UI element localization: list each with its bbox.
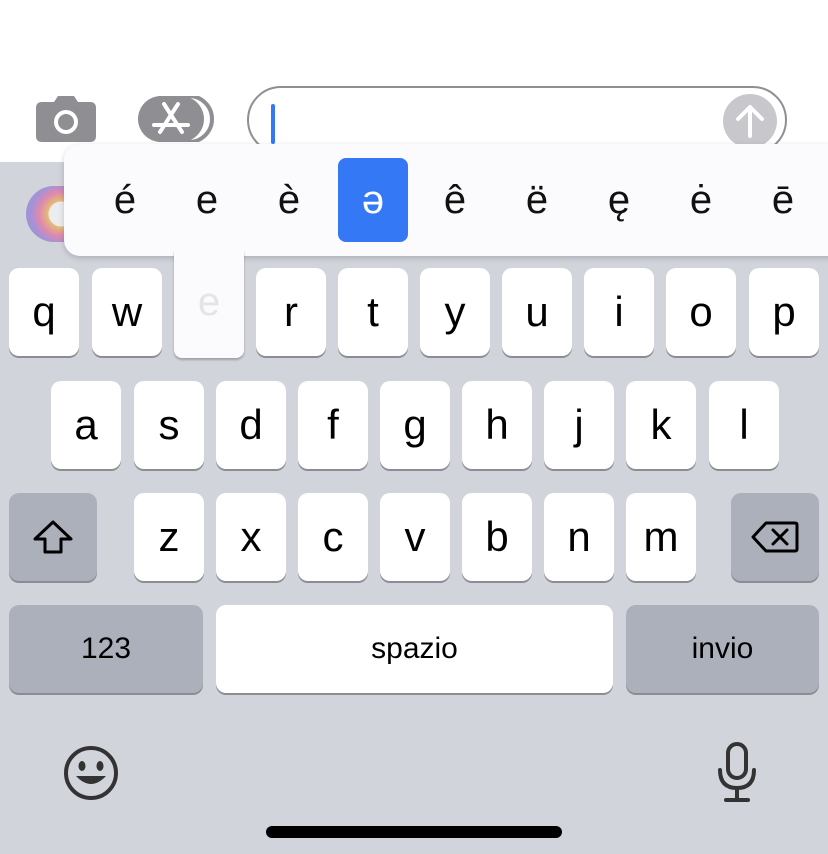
key-a[interactable]: a	[51, 381, 121, 469]
key-p[interactable]: p	[749, 268, 819, 356]
accent-option-selected[interactable]: ə	[338, 158, 408, 242]
pressed-key-e[interactable]: e	[174, 250, 244, 358]
shift-key[interactable]	[9, 493, 97, 581]
return-key[interactable]: invio	[626, 605, 819, 693]
text-caret	[271, 104, 275, 144]
accent-option[interactable]: è	[254, 158, 324, 242]
pressed-key-label: e	[197, 280, 221, 324]
key-w[interactable]: w	[92, 268, 162, 356]
key-b[interactable]: b	[462, 493, 532, 581]
key-l[interactable]: l	[709, 381, 779, 469]
return-key-label: invio	[691, 632, 754, 665]
key-u[interactable]: u	[502, 268, 572, 356]
key-t[interactable]: t	[338, 268, 408, 356]
arrow-up-icon	[736, 105, 764, 138]
key-y[interactable]: y	[420, 268, 490, 356]
key-h[interactable]: h	[462, 381, 532, 469]
emoji-icon[interactable]	[62, 744, 120, 802]
space-key-label: spazio	[371, 632, 458, 665]
space-key[interactable]: spazio	[216, 605, 613, 693]
key-x[interactable]: x	[216, 493, 286, 581]
accent-option[interactable]: ē	[748, 158, 818, 242]
key-r[interactable]: r	[256, 268, 326, 356]
key-d[interactable]: d	[216, 381, 286, 469]
key-k[interactable]: k	[626, 381, 696, 469]
numbers-key-label: 123	[80, 632, 132, 665]
shift-icon	[33, 520, 73, 554]
accent-popup: é e è ə ê ë ę ė ē	[64, 144, 828, 256]
accent-option[interactable]: é	[90, 158, 160, 242]
key-v[interactable]: v	[380, 493, 450, 581]
key-o[interactable]: o	[666, 268, 736, 356]
accent-option[interactable]: ę	[584, 158, 654, 242]
send-button[interactable]	[723, 94, 777, 148]
accent-option[interactable]: e	[172, 158, 242, 242]
camera-icon[interactable]	[36, 96, 96, 142]
key-j[interactable]: j	[544, 381, 614, 469]
accent-option[interactable]: ë	[502, 158, 572, 242]
key-n[interactable]: n	[544, 493, 614, 581]
app-store-icon[interactable]	[138, 94, 214, 144]
home-indicator	[266, 826, 562, 838]
key-i[interactable]: i	[584, 268, 654, 356]
key-m[interactable]: m	[626, 493, 696, 581]
key-q[interactable]: q	[9, 268, 79, 356]
delete-key[interactable]	[731, 493, 819, 581]
key-s[interactable]: s	[134, 381, 204, 469]
accent-option[interactable]: ė	[666, 158, 736, 242]
accent-option[interactable]: ê	[420, 158, 490, 242]
message-toolbar	[0, 0, 828, 162]
microphone-icon[interactable]	[716, 742, 758, 804]
numbers-key[interactable]: 123	[9, 605, 203, 693]
key-z[interactable]: z	[134, 493, 204, 581]
key-g[interactable]: g	[380, 381, 450, 469]
delete-icon	[751, 521, 799, 553]
key-c[interactable]: c	[298, 493, 368, 581]
key-f[interactable]: f	[298, 381, 368, 469]
